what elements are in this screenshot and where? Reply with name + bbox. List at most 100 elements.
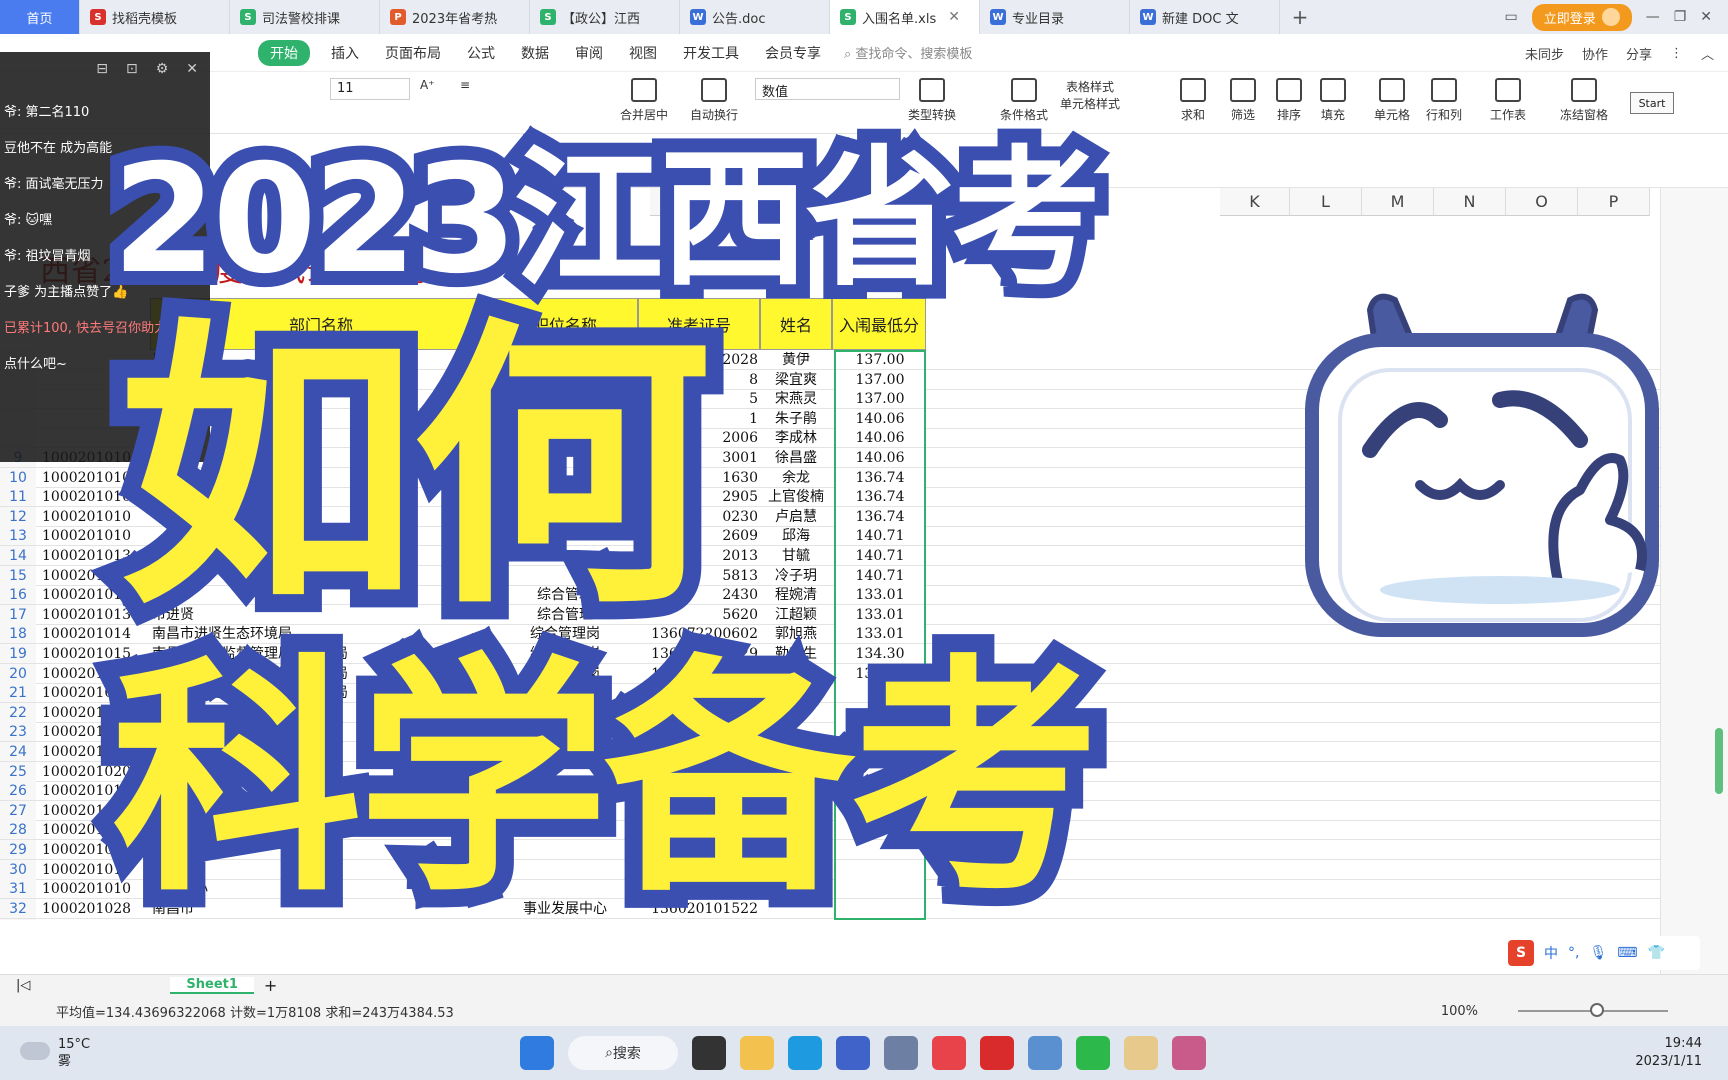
- rows-columns-button[interactable]: 行和列: [1426, 78, 1462, 123]
- new-tab-icon[interactable]: +: [1280, 5, 1320, 29]
- app-red-icon[interactable]: [932, 1036, 966, 1070]
- increase-font-icon[interactable]: A⁺: [420, 78, 435, 92]
- cell-name[interactable]: 上官俊楠: [762, 487, 830, 508]
- taskbar-search[interactable]: ⌕ 搜索: [568, 1036, 678, 1070]
- tab-6[interactable]: S 入围名单.xls ✕: [830, 0, 980, 34]
- zoom-level[interactable]: 100%: [1441, 1004, 1478, 1019]
- row-number[interactable]: 15: [0, 565, 36, 587]
- cell-name[interactable]: 甘毓: [762, 546, 830, 567]
- align-icon[interactable]: ≡: [460, 78, 470, 92]
- cell-button[interactable]: 单元格: [1374, 78, 1410, 123]
- chat-lock-icon[interactable]: ⊡: [126, 61, 138, 77]
- row-number[interactable]: 31: [0, 879, 36, 901]
- row-number[interactable]: 21: [0, 683, 36, 705]
- add-sheet-icon[interactable]: +: [264, 976, 277, 995]
- row-number[interactable]: 24: [0, 742, 36, 763]
- row-number[interactable]: 26: [0, 781, 36, 803]
- ime-mode[interactable]: 中: [1544, 943, 1558, 963]
- tab-close-icon[interactable]: ✕: [948, 9, 960, 25]
- file-explorer-icon[interactable]: [740, 1036, 774, 1070]
- row-number[interactable]: 23: [0, 722, 36, 744]
- sogou-icon[interactable]: S: [1508, 940, 1534, 966]
- tab-3[interactable]: P 2023年省考热: [380, 0, 530, 34]
- freeze-panes-button[interactable]: 冻结窗格: [1560, 78, 1608, 123]
- start-button[interactable]: Start: [1630, 92, 1674, 114]
- number-format-select[interactable]: 数值: [755, 78, 900, 100]
- weather-widget[interactable]: 15°C 雾: [20, 1036, 90, 1070]
- sync-status[interactable]: 未同步: [1525, 44, 1564, 63]
- windows-start-icon[interactable]: [520, 1036, 554, 1070]
- chat-settings-icon[interactable]: ⚙: [156, 61, 169, 77]
- wechat-icon[interactable]: [1076, 1036, 1110, 1070]
- collapse-icon[interactable]: ︿: [1701, 44, 1714, 63]
- ime-toolbar[interactable]: S 中 °, 🎙 ⌨ 👕: [1500, 936, 1700, 970]
- row-number[interactable]: 14: [0, 546, 36, 567]
- row-number[interactable]: 13: [0, 526, 36, 548]
- row-number[interactable]: 11: [0, 487, 36, 509]
- menu-item-6[interactable]: 视图: [616, 43, 670, 63]
- row-number[interactable]: 25: [0, 761, 36, 783]
- more-icon[interactable]: ⋮: [1670, 46, 1683, 61]
- column-header-p[interactable]: P: [1578, 188, 1650, 216]
- task-view-icon[interactable]: [692, 1036, 726, 1070]
- cell-name[interactable]: 江超颖: [762, 605, 830, 626]
- sum-button[interactable]: 求和: [1180, 78, 1206, 123]
- cell-name[interactable]: 梁宜爽: [762, 370, 830, 391]
- menu-item-4[interactable]: 数据: [508, 43, 562, 63]
- app-pink-icon[interactable]: [1172, 1036, 1206, 1070]
- menu-item-1[interactable]: 插入: [318, 43, 372, 63]
- font-size-select[interactable]: 11: [330, 78, 410, 100]
- chat-tool-icon[interactable]: ⊟: [96, 61, 108, 77]
- column-header-m[interactable]: M: [1362, 188, 1434, 216]
- row-number[interactable]: 18: [0, 624, 36, 646]
- menu-item-2[interactable]: 页面布局: [372, 43, 454, 63]
- menu-item-5[interactable]: 审阅: [562, 43, 616, 63]
- cell-name[interactable]: 余龙: [762, 468, 830, 489]
- sheet-tab-sheet1[interactable]: Sheet1: [170, 977, 254, 994]
- column-header-n[interactable]: N: [1434, 188, 1506, 216]
- scroll-thumb[interactable]: [1715, 728, 1723, 794]
- cell-name[interactable]: 徐昌盛: [762, 448, 830, 469]
- share-button[interactable]: 分享: [1626, 44, 1652, 63]
- cell-name[interactable]: 卢启慧: [762, 507, 830, 528]
- tab-7[interactable]: W 专业目录: [980, 0, 1130, 34]
- layout-icon[interactable]: ▭: [1504, 9, 1517, 25]
- menu-item-7[interactable]: 开发工具: [670, 43, 752, 63]
- minimize-icon[interactable]: —: [1646, 9, 1660, 25]
- row-number[interactable]: 22: [0, 702, 36, 724]
- cell-name[interactable]: 朱子鹃: [762, 409, 830, 430]
- tab-1[interactable]: S 找稻壳模板: [80, 0, 230, 34]
- cell-name[interactable]: 李成林: [762, 428, 830, 449]
- row-number[interactable]: 27: [0, 800, 36, 822]
- sort-button[interactable]: 排序: [1276, 78, 1302, 123]
- row-number[interactable]: 10: [0, 467, 36, 489]
- first-sheet-icon[interactable]: |◁: [16, 978, 30, 993]
- close-icon[interactable]: ✕: [1700, 9, 1712, 25]
- login-button[interactable]: 立即登录: [1531, 3, 1632, 31]
- tab-4[interactable]: S 【政公】江西: [530, 0, 680, 34]
- filter-button[interactable]: 筛选: [1230, 78, 1256, 123]
- punctuation-icon[interactable]: °,: [1568, 945, 1579, 961]
- keyboard-icon[interactable]: ⌨: [1617, 945, 1637, 961]
- column-header-l[interactable]: L: [1290, 188, 1362, 216]
- row-number[interactable]: 17: [0, 604, 36, 626]
- column-header-k[interactable]: K: [1220, 188, 1290, 216]
- skin-icon[interactable]: 👕: [1647, 945, 1664, 961]
- row-number[interactable]: 32: [0, 898, 36, 920]
- fill-button[interactable]: 填充: [1320, 78, 1346, 123]
- tab-0[interactable]: 首页: [0, 0, 80, 34]
- menu-item-0[interactable]: 开始: [258, 39, 310, 66]
- image-app-icon[interactable]: [1028, 1036, 1062, 1070]
- app-icon[interactable]: [884, 1036, 918, 1070]
- zoom-knob[interactable]: [1590, 1003, 1604, 1017]
- column-header-o[interactable]: O: [1506, 188, 1578, 216]
- command-search[interactable]: ⌕ 查找命令、搜索模板: [844, 43, 972, 62]
- menu-item-3[interactable]: 公式: [454, 43, 508, 63]
- cell-name[interactable]: 黄伊: [762, 350, 830, 371]
- row-number[interactable]: 28: [0, 820, 36, 842]
- tab-2[interactable]: S 司法警校排课: [230, 0, 380, 34]
- cell-name[interactable]: 邱海: [762, 526, 830, 547]
- clock[interactable]: 19:44 2023/1/11: [1635, 1035, 1702, 1071]
- collaborate-button[interactable]: 协作: [1582, 44, 1608, 63]
- row-number[interactable]: 19: [0, 644, 36, 665]
